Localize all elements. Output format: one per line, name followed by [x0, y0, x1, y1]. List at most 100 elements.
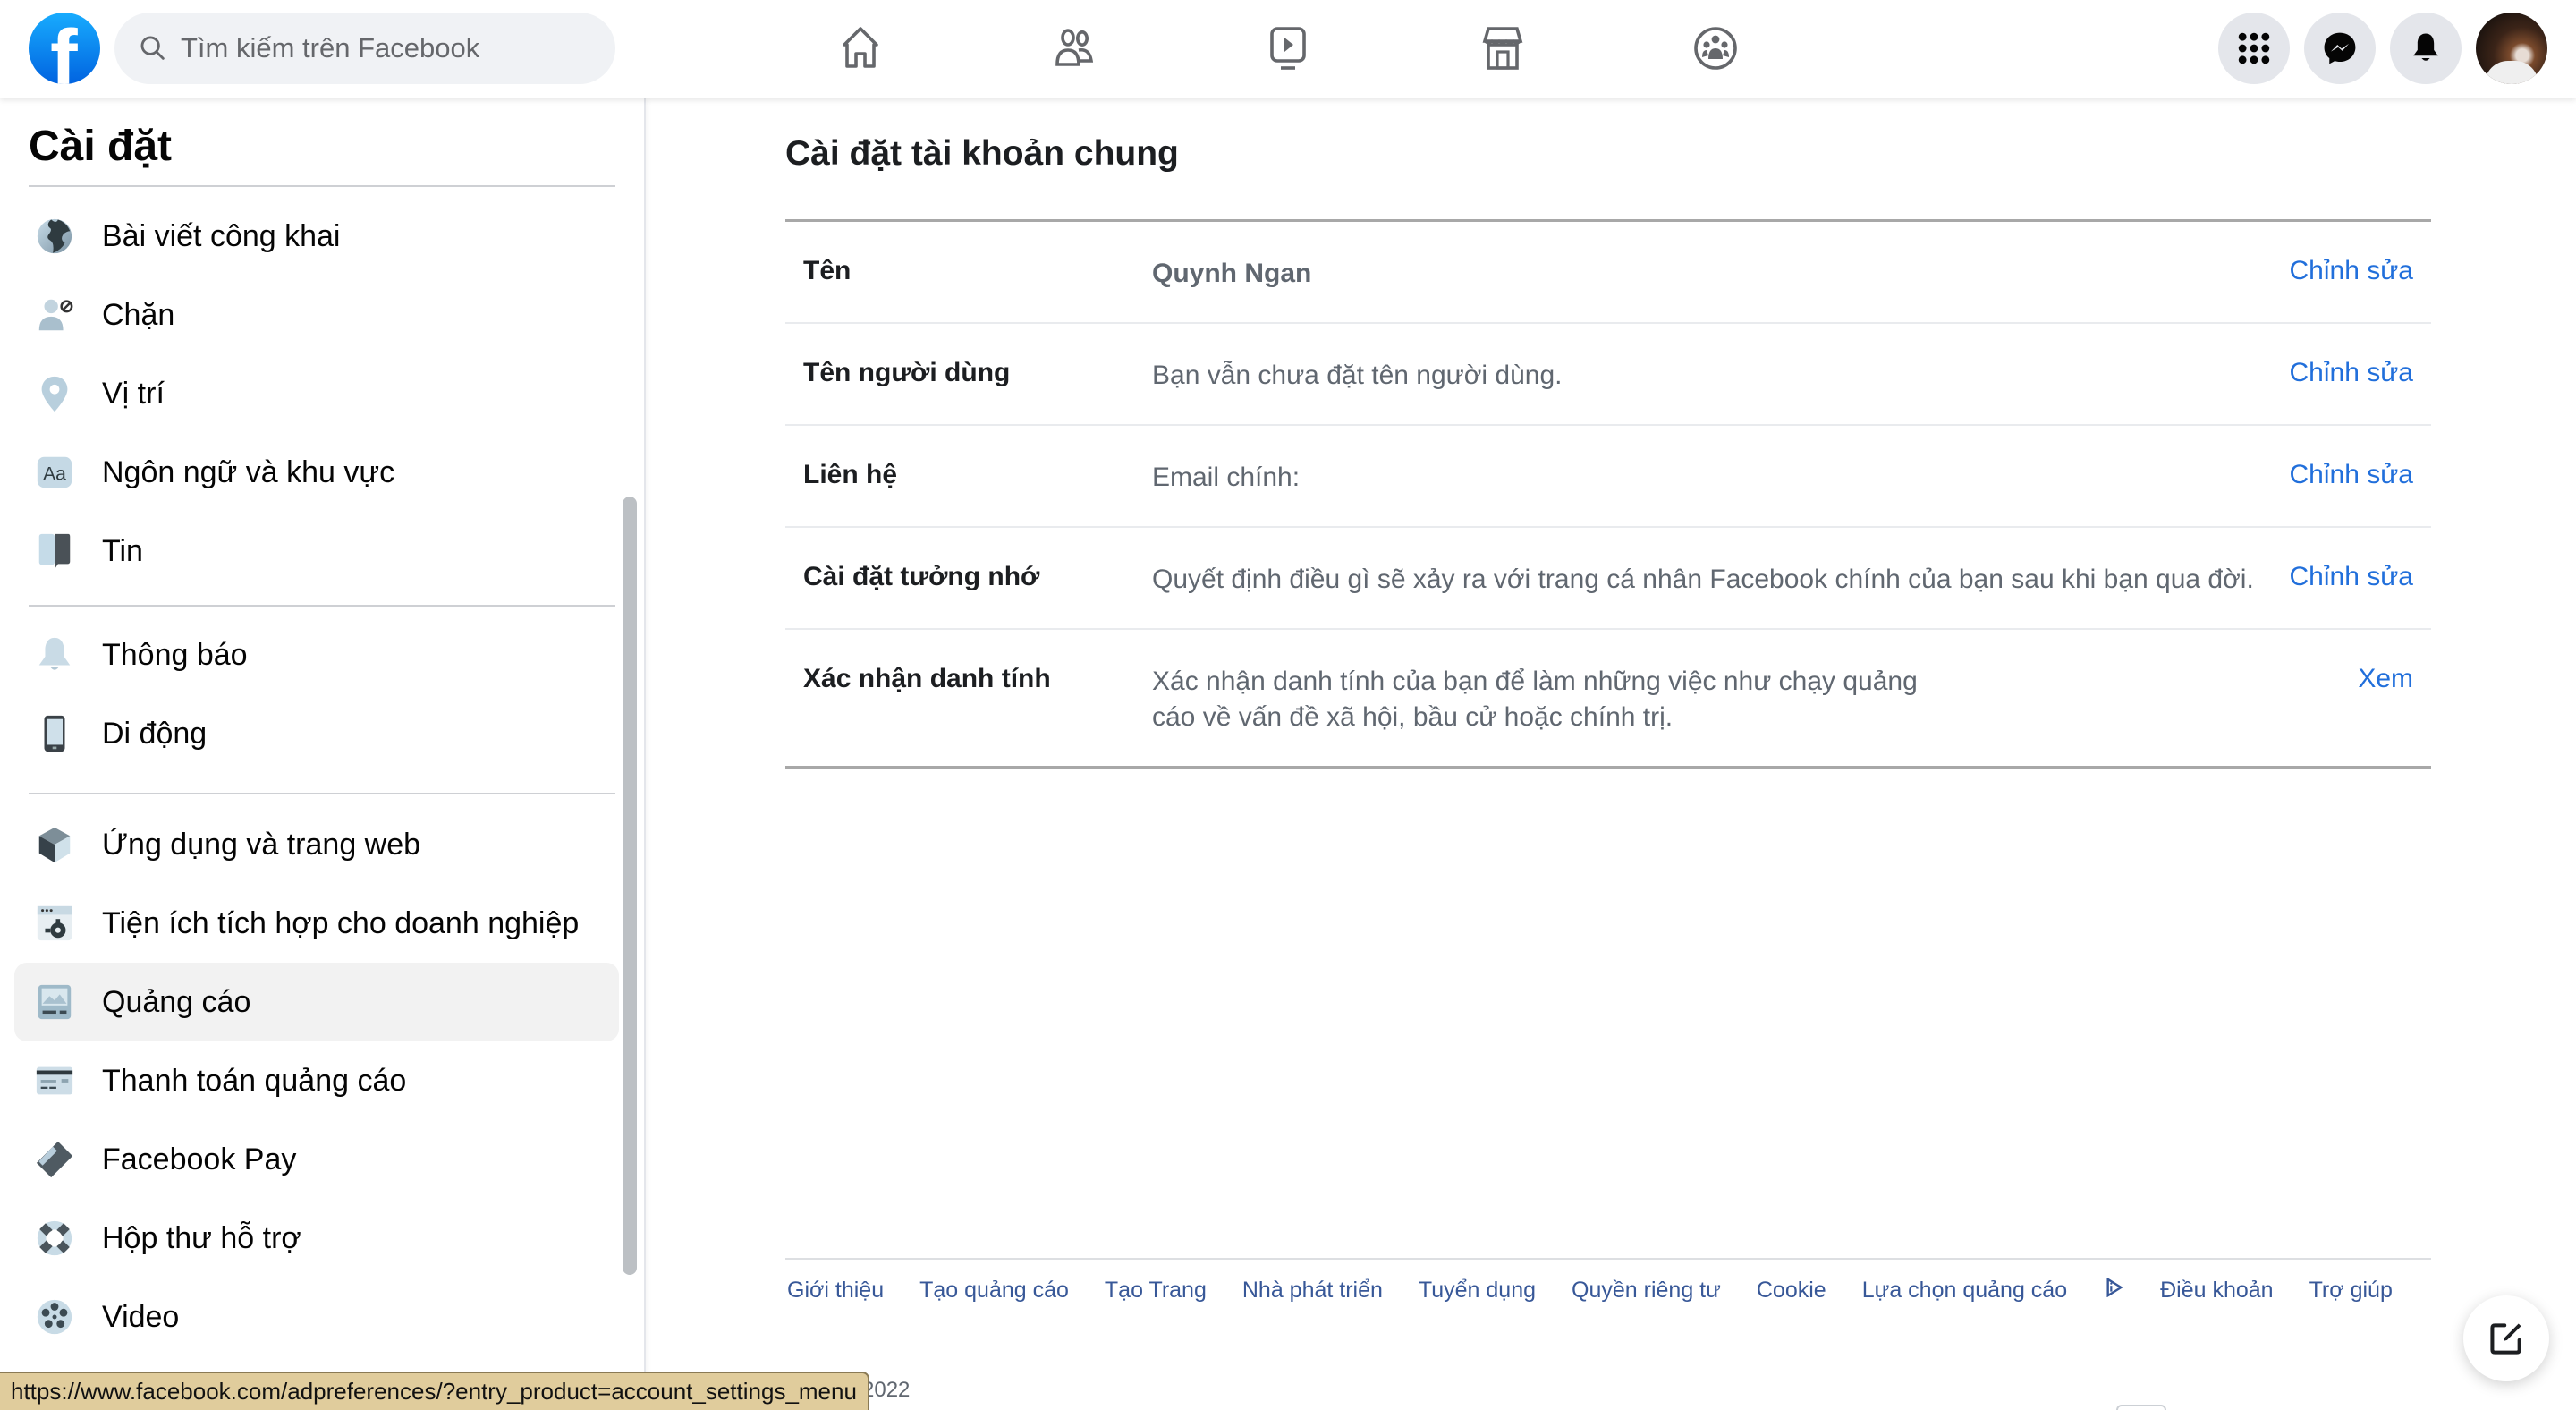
sidebar-item-facebook-pay[interactable]: Facebook Pay	[14, 1120, 619, 1199]
nav-friends[interactable]	[1046, 20, 1104, 77]
row-label: Liên hệ	[803, 460, 898, 489]
avatar[interactable]	[2476, 13, 2547, 84]
footer-link-about[interactable]: Giới thiệu	[787, 1278, 884, 1304]
sidebar-item-label: Ngôn ngữ và khu vực	[102, 454, 395, 489]
footer-link-developers[interactable]: Nhà phát triển	[1242, 1278, 1383, 1304]
video-icon	[1270, 27, 1306, 70]
cube-icon	[34, 824, 75, 865]
sidebar-item-business-integrations[interactable]: Tiện ích tích hợp cho doanh nghiệp	[14, 884, 619, 963]
nav-groups[interactable]	[1687, 20, 1744, 77]
block-user-icon	[34, 294, 75, 336]
row-value: Bạn vẫn chưa đặt tên người dùng.	[1152, 361, 1563, 390]
footer-link-help[interactable]: Trợ giúp	[2309, 1278, 2393, 1304]
sidebar-item-label: Thanh toán quảng cáo	[102, 1063, 407, 1098]
search-input[interactable]: Tìm kiếm trên Facebook	[114, 13, 615, 84]
film-reel-icon	[34, 1296, 75, 1338]
sidebar-item-public-posts[interactable]: Bài viết công khai	[14, 197, 619, 276]
messenger-icon	[2324, 32, 2356, 64]
sidebar-item-label: Thông báo	[102, 637, 248, 672]
nav-marketplace[interactable]	[1474, 20, 1531, 77]
sidebar-item-support-inbox[interactable]: Hộp thư hỗ trợ	[14, 1199, 619, 1278]
adchoices-icon	[2106, 1278, 2123, 1297]
bell-icon	[2413, 33, 2438, 61]
sidebar-item-label: Vị trí	[102, 376, 165, 411]
nav-home[interactable]	[832, 20, 889, 77]
sidebar-item-label: Tin	[102, 533, 143, 568]
table-row-name[interactable]: Tên Quynh Ngan Chỉnh sửa	[785, 222, 2431, 324]
store-icon	[1482, 27, 1523, 70]
grid-icon	[2238, 32, 2270, 64]
business-integration-icon	[34, 903, 75, 944]
sidebar-item-location[interactable]: Vị trí	[14, 354, 619, 433]
edit-memorialization-link[interactable]: Chỉnh sửa	[2290, 562, 2414, 592]
sidebar-divider	[29, 793, 615, 794]
search-icon	[140, 36, 165, 60]
row-value: Xác nhận danh tính của bạn để làm những …	[1152, 667, 1918, 732]
table-row-username[interactable]: Tên người dùng Bạn vẫn chưa đặt tên ngườ…	[785, 324, 2431, 426]
sidebar-item-label: Tiện ích tích hợp cho doanh nghiệp	[102, 905, 580, 940]
phone-icon	[34, 713, 75, 754]
footer-link-ad-choices-label: Lựa chọn quảng cáo	[1861, 1278, 2068, 1303]
sidebar-item-stories[interactable]: Tin	[14, 512, 619, 590]
footer-link-create-page[interactable]: Tạo Trang	[1105, 1278, 1207, 1304]
groups-icon	[1694, 27, 1737, 70]
new-message-button[interactable]	[2463, 1295, 2549, 1381]
footer-link-privacy[interactable]: Quyền riêng tư	[1572, 1278, 1721, 1304]
sidebar-item-notifications[interactable]: Thông báo	[14, 616, 619, 694]
nav-watch[interactable]	[1259, 20, 1317, 77]
settings-sidebar: Cài đặt Bài viết công khai Chặn Vị trí A…	[0, 98, 646, 1410]
sidebar-item-label: Bài viết công khai	[102, 218, 341, 253]
pay-card-icon	[34, 1139, 75, 1180]
row-value: Quynh Ngan	[1152, 259, 1312, 288]
edit-contact-link[interactable]: Chỉnh sửa	[2290, 460, 2414, 490]
facebook-logo[interactable]: f	[29, 13, 100, 84]
sidebar-item-video[interactable]: Video	[14, 1278, 619, 1356]
page-title: Cài đặt tài khoản chung	[785, 134, 1179, 173]
sidebar-divider	[29, 185, 615, 187]
credit-card-icon	[34, 1060, 75, 1101]
sidebar-scrollbar[interactable]	[623, 497, 637, 1275]
row-label: Cài đặt tưởng nhớ	[803, 562, 1040, 591]
sidebar-item-ads[interactable]: Quảng cáo	[14, 963, 619, 1041]
sidebar-item-mobile[interactable]: Di động	[14, 694, 619, 773]
footer-links: Giới thiệu Tạo quảng cáo Tạo Trang Nhà p…	[787, 1278, 2428, 1304]
sidebar-item-label: Quảng cáo	[102, 984, 251, 1019]
footer-link-terms[interactable]: Điều khoản	[2160, 1278, 2273, 1304]
status-bar-url: https://www.facebook.com/adpreferences/?…	[0, 1372, 869, 1410]
copyright: 2022	[862, 1378, 911, 1402]
view-identity-link[interactable]: Xem	[2358, 664, 2413, 694]
home-icon	[843, 27, 878, 68]
sidebar-item-apps-websites[interactable]: Ứng dụng và trang web	[14, 805, 619, 884]
table-row-identity-confirmation[interactable]: Xác nhận danh tính Xác nhận danh tính củ…	[785, 630, 2431, 766]
search-placeholder: Tìm kiếm trên Facebook	[181, 32, 480, 64]
sidebar-item-label: Chặn	[102, 297, 175, 332]
notifications-button[interactable]	[2390, 13, 2462, 84]
globe-icon	[34, 216, 75, 257]
table-row-contact[interactable]: Liên hệ Email chính: Chỉnh sửa	[785, 426, 2431, 528]
sidebar-item-label: Video	[102, 1299, 180, 1334]
sidebar-item-language[interactable]: Aa Ngôn ngữ và khu vực	[14, 433, 619, 512]
edit-username-link[interactable]: Chỉnh sửa	[2290, 358, 2414, 388]
table-row-memorialization[interactable]: Cài đặt tưởng nhớ Quyết định điều gì sẽ …	[785, 528, 2431, 630]
footer-link-create-ad[interactable]: Tạo quảng cáo	[919, 1278, 1069, 1304]
footer-divider	[785, 1258, 2431, 1260]
row-label: Xác nhận danh tính	[803, 664, 1051, 693]
sidebar-item-label: Facebook Pay	[102, 1142, 297, 1176]
footer-link-cookies[interactable]: Cookie	[1757, 1278, 1826, 1304]
sidebar-title: Cài đặt	[29, 123, 173, 170]
edit-name-link[interactable]: Chỉnh sửa	[2290, 256, 2414, 286]
menu-button[interactable]	[2218, 13, 2290, 84]
row-value: Email chính:	[1152, 463, 1301, 492]
bell-icon	[34, 634, 75, 675]
footer-link-careers[interactable]: Tuyển dụng	[1419, 1278, 1536, 1304]
messenger-button[interactable]	[2304, 13, 2376, 84]
hidden-element-edge	[2116, 1405, 2166, 1410]
ads-icon	[34, 981, 75, 1023]
footer-link-ad-choices[interactable]: Lựa chọn quảng cáo	[1862, 1278, 2124, 1304]
sidebar-item-ad-payments[interactable]: Thanh toán quảng cáo	[14, 1041, 619, 1120]
location-pin-icon	[34, 373, 75, 414]
language-icon: Aa	[34, 452, 75, 493]
svg-text:Aa: Aa	[43, 464, 66, 485]
sidebar-item-label: Hộp thư hỗ trợ	[102, 1220, 301, 1255]
sidebar-item-blocking[interactable]: Chặn	[14, 276, 619, 354]
